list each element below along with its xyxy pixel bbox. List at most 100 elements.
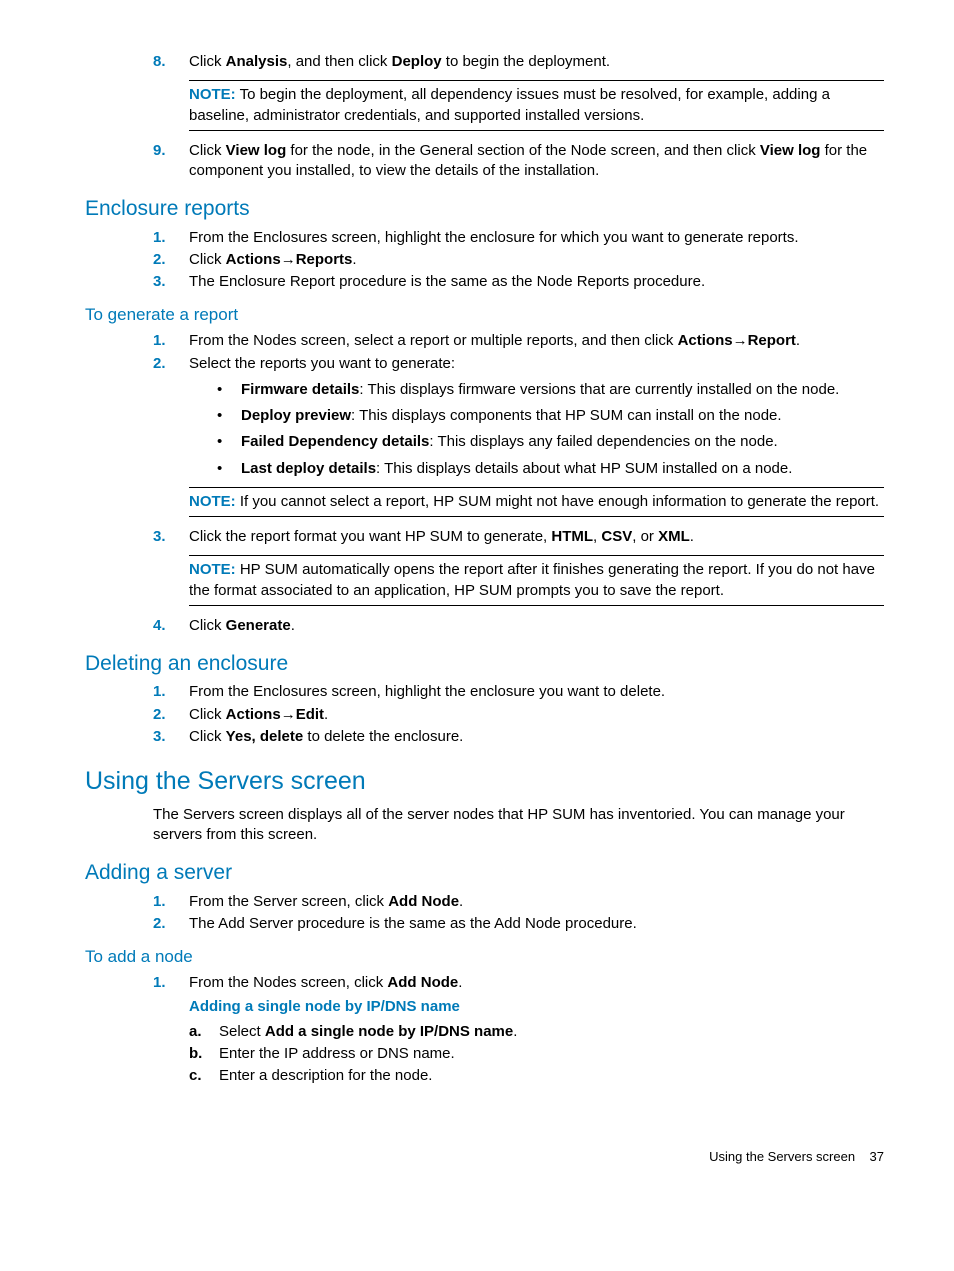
body: The Enclosure Report procedure is the sa… (189, 272, 884, 292)
text: Click the report format you want HP SUM … (189, 528, 551, 545)
text: Click (189, 706, 226, 723)
list-item: Last deploy details: This displays detai… (217, 459, 884, 479)
text: . (459, 893, 463, 910)
text: . (352, 251, 356, 268)
list-item: 3. Click the report format you want HP S… (153, 527, 884, 614)
list-item: 3. The Enclosure Report procedure is the… (153, 272, 884, 292)
list-item: c. Enter a description for the node. (189, 1066, 884, 1086)
text: Click (189, 617, 226, 634)
note-label: NOTE: (189, 86, 236, 103)
bold: Last deploy details (241, 460, 376, 477)
bold: HTML (551, 528, 593, 545)
bold: Firmware details (241, 381, 359, 398)
list-item: Firmware details: This displays firmware… (217, 380, 884, 400)
adding-server-list: 1. From the Server screen, click Add Nod… (153, 892, 884, 935)
body: Select Add a single node by IP/DNS name. (219, 1022, 517, 1042)
list-item: 2. Click Actions→Edit. (153, 705, 884, 725)
list-item: 2. Select the reports you want to genera… (153, 354, 884, 526)
bold: CSV (601, 528, 632, 545)
body: Click Yes, delete to delete the enclosur… (189, 727, 884, 747)
servers-paragraph: The Servers screen displays all of the s… (153, 805, 884, 846)
step-9-marker: 9. (153, 141, 189, 182)
text: Click (189, 728, 226, 745)
list-item: 2. The Add Server procedure is the same … (153, 914, 884, 934)
text: . (690, 528, 694, 545)
body: Click Generate. (189, 616, 884, 636)
body: Click the report format you want HP SUM … (189, 527, 884, 614)
heading-using-servers-screen: Using the Servers screen (85, 765, 884, 799)
text: Click (189, 142, 226, 159)
marker: 2. (153, 705, 189, 725)
note-box: NOTE: HP SUM automatically opens the rep… (189, 555, 884, 606)
bold: Add Node (388, 893, 459, 910)
marker: 1. (153, 331, 189, 351)
list-item: 1. From the Server screen, click Add Nod… (153, 892, 884, 912)
body: The Add Server procedure is the same as … (189, 914, 884, 934)
note-text: To begin the deployment, all dependency … (189, 86, 830, 123)
body: From the Nodes screen, select a report o… (189, 331, 884, 351)
list-item: Failed Dependency details: This displays… (217, 432, 884, 452)
text: to delete the enclosure. (303, 728, 463, 745)
text: From the Nodes screen, select a report o… (189, 332, 678, 349)
note-text: If you cannot select a report, HP SUM mi… (236, 493, 879, 510)
heading-enclosure-reports: Enclosure reports (85, 195, 884, 223)
note-label: NOTE: (189, 561, 236, 578)
text: , and then click (287, 53, 391, 70)
list-item: a. Select Add a single node by IP/DNS na… (189, 1022, 884, 1042)
heading-to-generate-report: To generate a report (85, 304, 884, 327)
marker: 3. (153, 527, 189, 614)
marker: 1. (153, 228, 189, 248)
text: for the node, in the General section of … (286, 142, 760, 159)
bold: Generate (226, 617, 291, 634)
marker: 4. (153, 616, 189, 636)
arrow: → (281, 251, 296, 268)
heading-adding-server: Adding a server (85, 859, 884, 887)
deleting-enclosure-list: 1. From the Enclosures screen, highlight… (153, 682, 884, 747)
body: Click Actions→Edit. (189, 705, 884, 725)
note-box: NOTE: To begin the deployment, all depen… (189, 80, 884, 131)
step-8-marker: 8. (153, 52, 189, 139)
page-number: 37 (870, 1149, 884, 1164)
bold: XML (658, 528, 690, 545)
body: From the Nodes screen, click Add Node. A… (189, 973, 884, 1088)
step-9-body: Click View log for the node, in the Gene… (189, 141, 884, 182)
step-8-list: 8. Click Analysis, and then click Deploy… (153, 52, 884, 181)
bold: Add a single node by IP/DNS name (265, 1023, 513, 1040)
bold: Deploy (392, 53, 442, 70)
page-footer: Using the Servers screen 37 (85, 1148, 884, 1166)
list-item: 3. Click Yes, delete to delete the enclo… (153, 727, 884, 747)
text: Select (219, 1023, 265, 1040)
marker: a. (189, 1022, 219, 1042)
body: Click Actions→Reports. (189, 250, 884, 270)
marker: 3. (153, 272, 189, 292)
generate-report-list: 1. From the Nodes screen, select a repor… (153, 331, 884, 636)
text: : This displays any failed dependencies … (429, 433, 777, 450)
text: . (324, 706, 328, 723)
enclosure-reports-list: 1. From the Enclosures screen, highlight… (153, 228, 884, 293)
text: . (458, 974, 462, 991)
list-item: 1. From the Enclosures screen, highlight… (153, 682, 884, 702)
marker: 1. (153, 892, 189, 912)
list-item: 4. Click Generate. (153, 616, 884, 636)
bold: Deploy preview (241, 407, 351, 424)
bold: Report (748, 332, 796, 349)
note-text: HP SUM automatically opens the report af… (189, 561, 875, 598)
text: : This displays details about what HP SU… (376, 460, 792, 477)
body: From the Server screen, click Add Node. (189, 892, 884, 912)
bold: Yes, delete (226, 728, 304, 745)
bold: View log (226, 142, 287, 159)
list-item: 1. From the Nodes screen, click Add Node… (153, 973, 884, 1088)
bold: Actions (226, 706, 281, 723)
text: Select the reports you want to generate: (189, 355, 455, 372)
bold: Failed Dependency details (241, 433, 429, 450)
list-item: b. Enter the IP address or DNS name. (189, 1044, 884, 1064)
marker: 2. (153, 914, 189, 934)
text: . (796, 332, 800, 349)
arrow: → (733, 332, 748, 349)
text: to begin the deployment. (442, 53, 610, 70)
text: Click (189, 53, 226, 70)
body: From the Enclosures screen, highlight th… (189, 682, 884, 702)
list-item: 1. From the Nodes screen, select a repor… (153, 331, 884, 351)
bold: Actions (678, 332, 733, 349)
text: : This displays firmware versions that a… (359, 381, 839, 398)
